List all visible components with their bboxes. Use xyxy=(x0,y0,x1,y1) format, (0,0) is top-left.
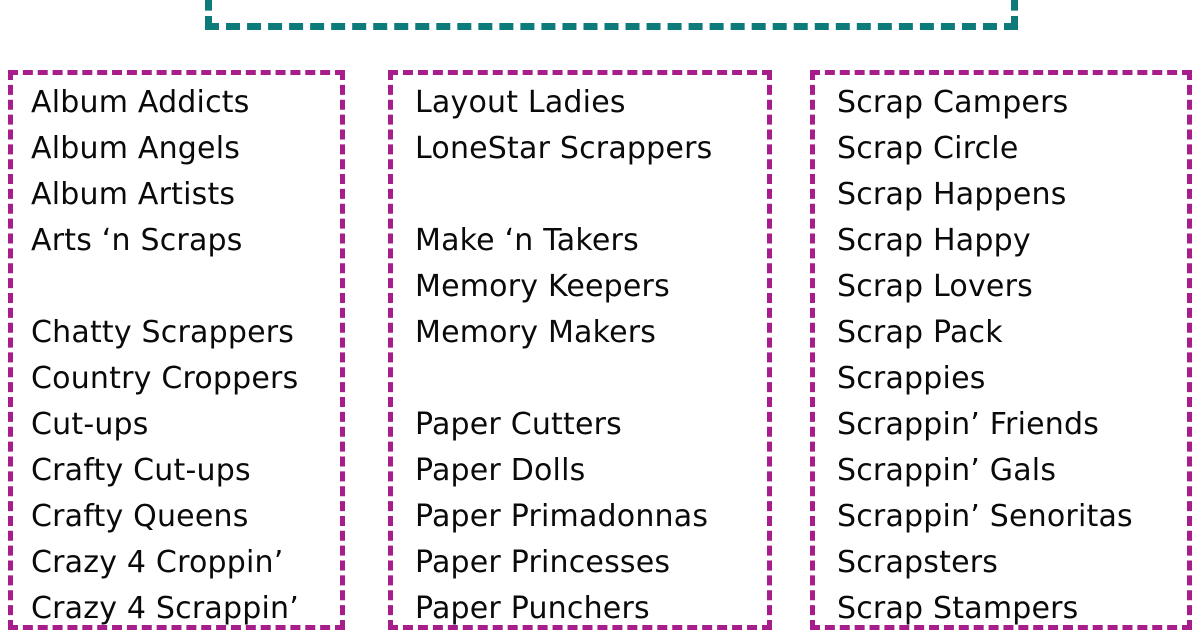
list-item: Scrap Happens xyxy=(837,177,1067,212)
list-item-spacer xyxy=(31,264,340,310)
list-item: Chatty Scrappers xyxy=(31,315,295,350)
page-root: Album Addicts Album Angels Album Artists… xyxy=(0,0,1200,630)
list-item: Album Artists xyxy=(31,177,236,212)
list-item: Scrap Pack xyxy=(837,315,1003,350)
list-item: Arts ‘n Scraps xyxy=(31,223,243,258)
list-item-spacer xyxy=(415,172,767,218)
list-item: Memory Makers xyxy=(415,315,657,350)
list-item: Crafty Queens xyxy=(31,499,249,534)
list-item: Paper Dolls xyxy=(415,453,586,488)
list-item: Country Croppers xyxy=(31,361,299,396)
list-item: Crafty Cut-ups xyxy=(31,453,251,488)
list-column-3-items: Scrap Campers Scrap Circle Scrap Happens… xyxy=(815,80,1187,626)
list-column-2: Layout Ladies LoneStar Scrappers Make ‘n… xyxy=(388,70,772,630)
list-column-1: Album Addicts Album Angels Album Artists… xyxy=(8,70,345,630)
list-item: Scrappin’ Senoritas xyxy=(837,499,1133,534)
list-item: LoneStar Scrappers xyxy=(415,131,713,166)
list-item: Make ‘n Takers xyxy=(415,223,639,258)
list-item: Cut-ups xyxy=(31,407,149,442)
list-item: Scrappin’ Gals xyxy=(837,453,1057,488)
list-item-spacer xyxy=(415,356,767,402)
list-item: Paper Princesses xyxy=(415,545,671,580)
list-item: Scrap Circle xyxy=(837,131,1019,166)
list-item: Scrappies xyxy=(837,361,986,396)
list-item: Memory Keepers xyxy=(415,269,670,304)
list-item: Paper Cutters xyxy=(415,407,623,442)
list-item: Crazy 4 Croppin’ xyxy=(31,545,284,580)
list-item: Scrap Happy xyxy=(837,223,1031,258)
list-column-3: Scrap Campers Scrap Circle Scrap Happens… xyxy=(810,70,1192,630)
list-item: Scrap Stampers xyxy=(837,591,1079,626)
list-item: Paper Primadonnas xyxy=(415,499,709,534)
list-item: Scrap Campers xyxy=(837,85,1069,120)
list-item: Layout Ladies xyxy=(415,85,626,120)
list-item: Album Angels xyxy=(31,131,241,166)
list-item: Scrap Lovers xyxy=(837,269,1033,304)
list-column-1-items: Album Addicts Album Angels Album Artists… xyxy=(13,80,340,626)
list-item: Album Addicts xyxy=(31,85,250,120)
list-column-2-items: Layout Ladies LoneStar Scrappers Make ‘n… xyxy=(393,80,767,626)
title-frame xyxy=(205,0,1018,30)
club-name-columns: Album Addicts Album Angels Album Artists… xyxy=(0,70,1200,630)
list-item: Scrapsters xyxy=(837,545,999,580)
list-item: Scrappin’ Friends xyxy=(837,407,1100,442)
list-item: Paper Punchers xyxy=(415,591,650,626)
list-item: Crazy 4 Scrappin’ xyxy=(31,591,299,626)
